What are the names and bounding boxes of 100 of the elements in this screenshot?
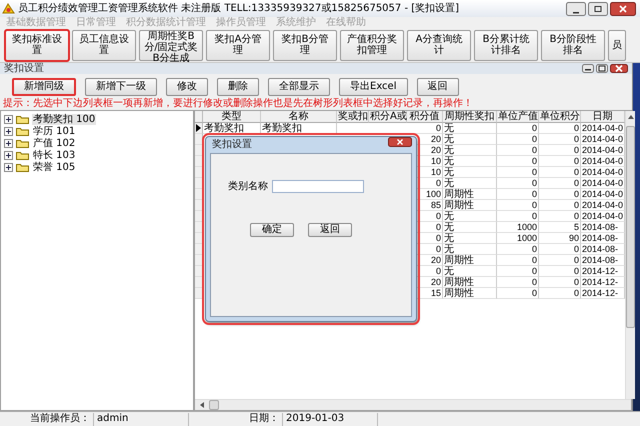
maximize-button[interactable] [596, 64, 608, 73]
action-button[interactable]: 导出Excel [339, 78, 408, 96]
table-cell: 周期性 [443, 288, 497, 299]
toolbar-button[interactable]: B分累计统计排名 [474, 30, 538, 60]
close-button[interactable] [610, 64, 628, 73]
scroll-left-icon[interactable] [199, 401, 205, 409]
expand-icon[interactable] [4, 126, 13, 136]
expand-icon[interactable] [4, 150, 13, 160]
table-cell: 周期性 [443, 255, 497, 266]
column-header[interactable]: 积分A或 [369, 111, 407, 123]
close-button[interactable] [388, 137, 412, 147]
table-cell: 0 [497, 123, 539, 134]
column-header[interactable]: 日期 [581, 111, 625, 123]
toolbar-button[interactable]: 奖扣B分管理 [273, 30, 337, 60]
tree-item[interactable]: 特长 103 [32, 150, 76, 160]
toolbar-button[interactable]: 产值积分奖扣管理 [340, 30, 404, 60]
table-cell: 1000 [497, 222, 539, 233]
table-cell: 周期性 [443, 189, 497, 200]
maximize-button[interactable] [588, 2, 608, 16]
table-cell: 0 [539, 123, 581, 134]
action-button[interactable]: 新增同级 [12, 78, 76, 96]
column-header[interactable]: 积分值 [407, 111, 443, 123]
input-field[interactable] [272, 180, 364, 193]
table-cell: 5 [539, 222, 581, 233]
status-label: 日期： [189, 412, 283, 426]
toolbar-button[interactable]: 奖扣标准设置 [5, 30, 69, 60]
dialog-button[interactable]: 确定 [250, 223, 294, 237]
window-title: 员工积分绩效管理工资管理系统软件 未注册版 TELL:13335939327或15825675057 - [奖扣设置] [18, 2, 460, 14]
tree-item[interactable]: 考勤奖扣 100 [32, 114, 96, 124]
table-cell: 0 [497, 178, 539, 189]
minimize-button[interactable] [582, 64, 594, 73]
table-cell: 无 [443, 178, 497, 189]
table-cell: 0 [539, 167, 581, 178]
expand-icon[interactable] [4, 162, 13, 172]
window-title: 奖扣设置 [4, 63, 45, 74]
folder-icon [16, 162, 29, 172]
scroll-up-icon[interactable] [626, 114, 634, 120]
table-cell: 0 [539, 288, 581, 299]
table-cell: 无 [443, 211, 497, 222]
expand-icon[interactable] [4, 114, 13, 124]
folder-icon [16, 138, 29, 148]
action-button[interactable]: 返回 [416, 78, 458, 96]
field-label: 类别名称 [228, 180, 268, 192]
table-cell: 0 [539, 200, 581, 211]
table-cell: 0 [539, 266, 581, 277]
vertical-scrollbar[interactable] [625, 111, 635, 399]
scroll-thumb[interactable] [626, 126, 635, 328]
status-value: 2019-01-03 [283, 412, 378, 426]
table-cell: 0 [539, 134, 581, 145]
column-header[interactable]: 名称 [261, 111, 337, 123]
dialog-button[interactable]: 返回 [308, 223, 352, 237]
close-button[interactable] [610, 2, 636, 16]
table-cell: 无 [443, 134, 497, 145]
table-cell: 0 [539, 145, 581, 156]
scroll-thumb[interactable] [209, 400, 219, 410]
toolbar-button[interactable]: 员工信息设置 [72, 30, 136, 60]
table-cell: 无 [443, 145, 497, 156]
table-cell: 0 [539, 178, 581, 189]
column-header[interactable]: 周期性奖扣 [443, 111, 497, 123]
tree-item[interactable]: 学历 101 [32, 126, 76, 136]
table-cell: 0 [497, 200, 539, 211]
toolbar-button[interactable]: B分阶段性排名 [541, 30, 605, 60]
table-cell: 无 [443, 244, 497, 255]
table-cell: 0 [497, 277, 539, 288]
toolbar-button[interactable]: 周期性奖B分/固定式奖B分生成 [139, 30, 203, 60]
minimize-button[interactable] [566, 2, 586, 16]
table-cell: 0 [539, 277, 581, 288]
action-button[interactable]: 修改 [166, 78, 208, 96]
toolbar-button[interactable]: A分查询统计 [407, 30, 471, 60]
table-cell: 0 [539, 189, 581, 200]
toolbar-button[interactable]: 奖扣A分管理 [206, 30, 270, 60]
table-cell: 90 [539, 233, 581, 244]
table-cell: 0 [539, 244, 581, 255]
tree-item[interactable]: 荣誉 105 [32, 162, 76, 172]
table-cell: 0 [497, 145, 539, 156]
action-button[interactable]: 全部显示 [268, 78, 330, 96]
table-cell: 0 [497, 167, 539, 178]
table-cell: 0 [497, 244, 539, 255]
toolbar-button[interactable]: 员 [608, 30, 626, 60]
status-value: admin [94, 412, 189, 426]
table-cell: 周期性 [443, 200, 497, 211]
action-button[interactable]: 删除 [217, 78, 259, 96]
horizontal-scrollbar[interactable] [195, 399, 631, 410]
column-header[interactable]: 单位积分 [539, 111, 581, 123]
expand-icon[interactable] [4, 138, 13, 148]
table-cell: 1000 [497, 233, 539, 244]
column-header[interactable]: 单位产值 [497, 111, 539, 123]
status-label: 当前操作员： [0, 412, 94, 426]
table-cell: 无 [443, 222, 497, 233]
folder-icon [16, 126, 29, 136]
table-cell: 0 [497, 189, 539, 200]
folder-icon [16, 150, 29, 160]
table-cell: 0 [497, 211, 539, 222]
table-cell: 0 [539, 156, 581, 167]
tree-item[interactable]: 产值 102 [32, 138, 76, 148]
action-button[interactable]: 新增下一级 [85, 78, 157, 96]
column-header[interactable]: 类型 [203, 111, 261, 123]
row-pointer-icon [196, 124, 201, 132]
table-cell: 无 [443, 266, 497, 277]
column-header[interactable]: 奖或扣 [337, 111, 369, 123]
